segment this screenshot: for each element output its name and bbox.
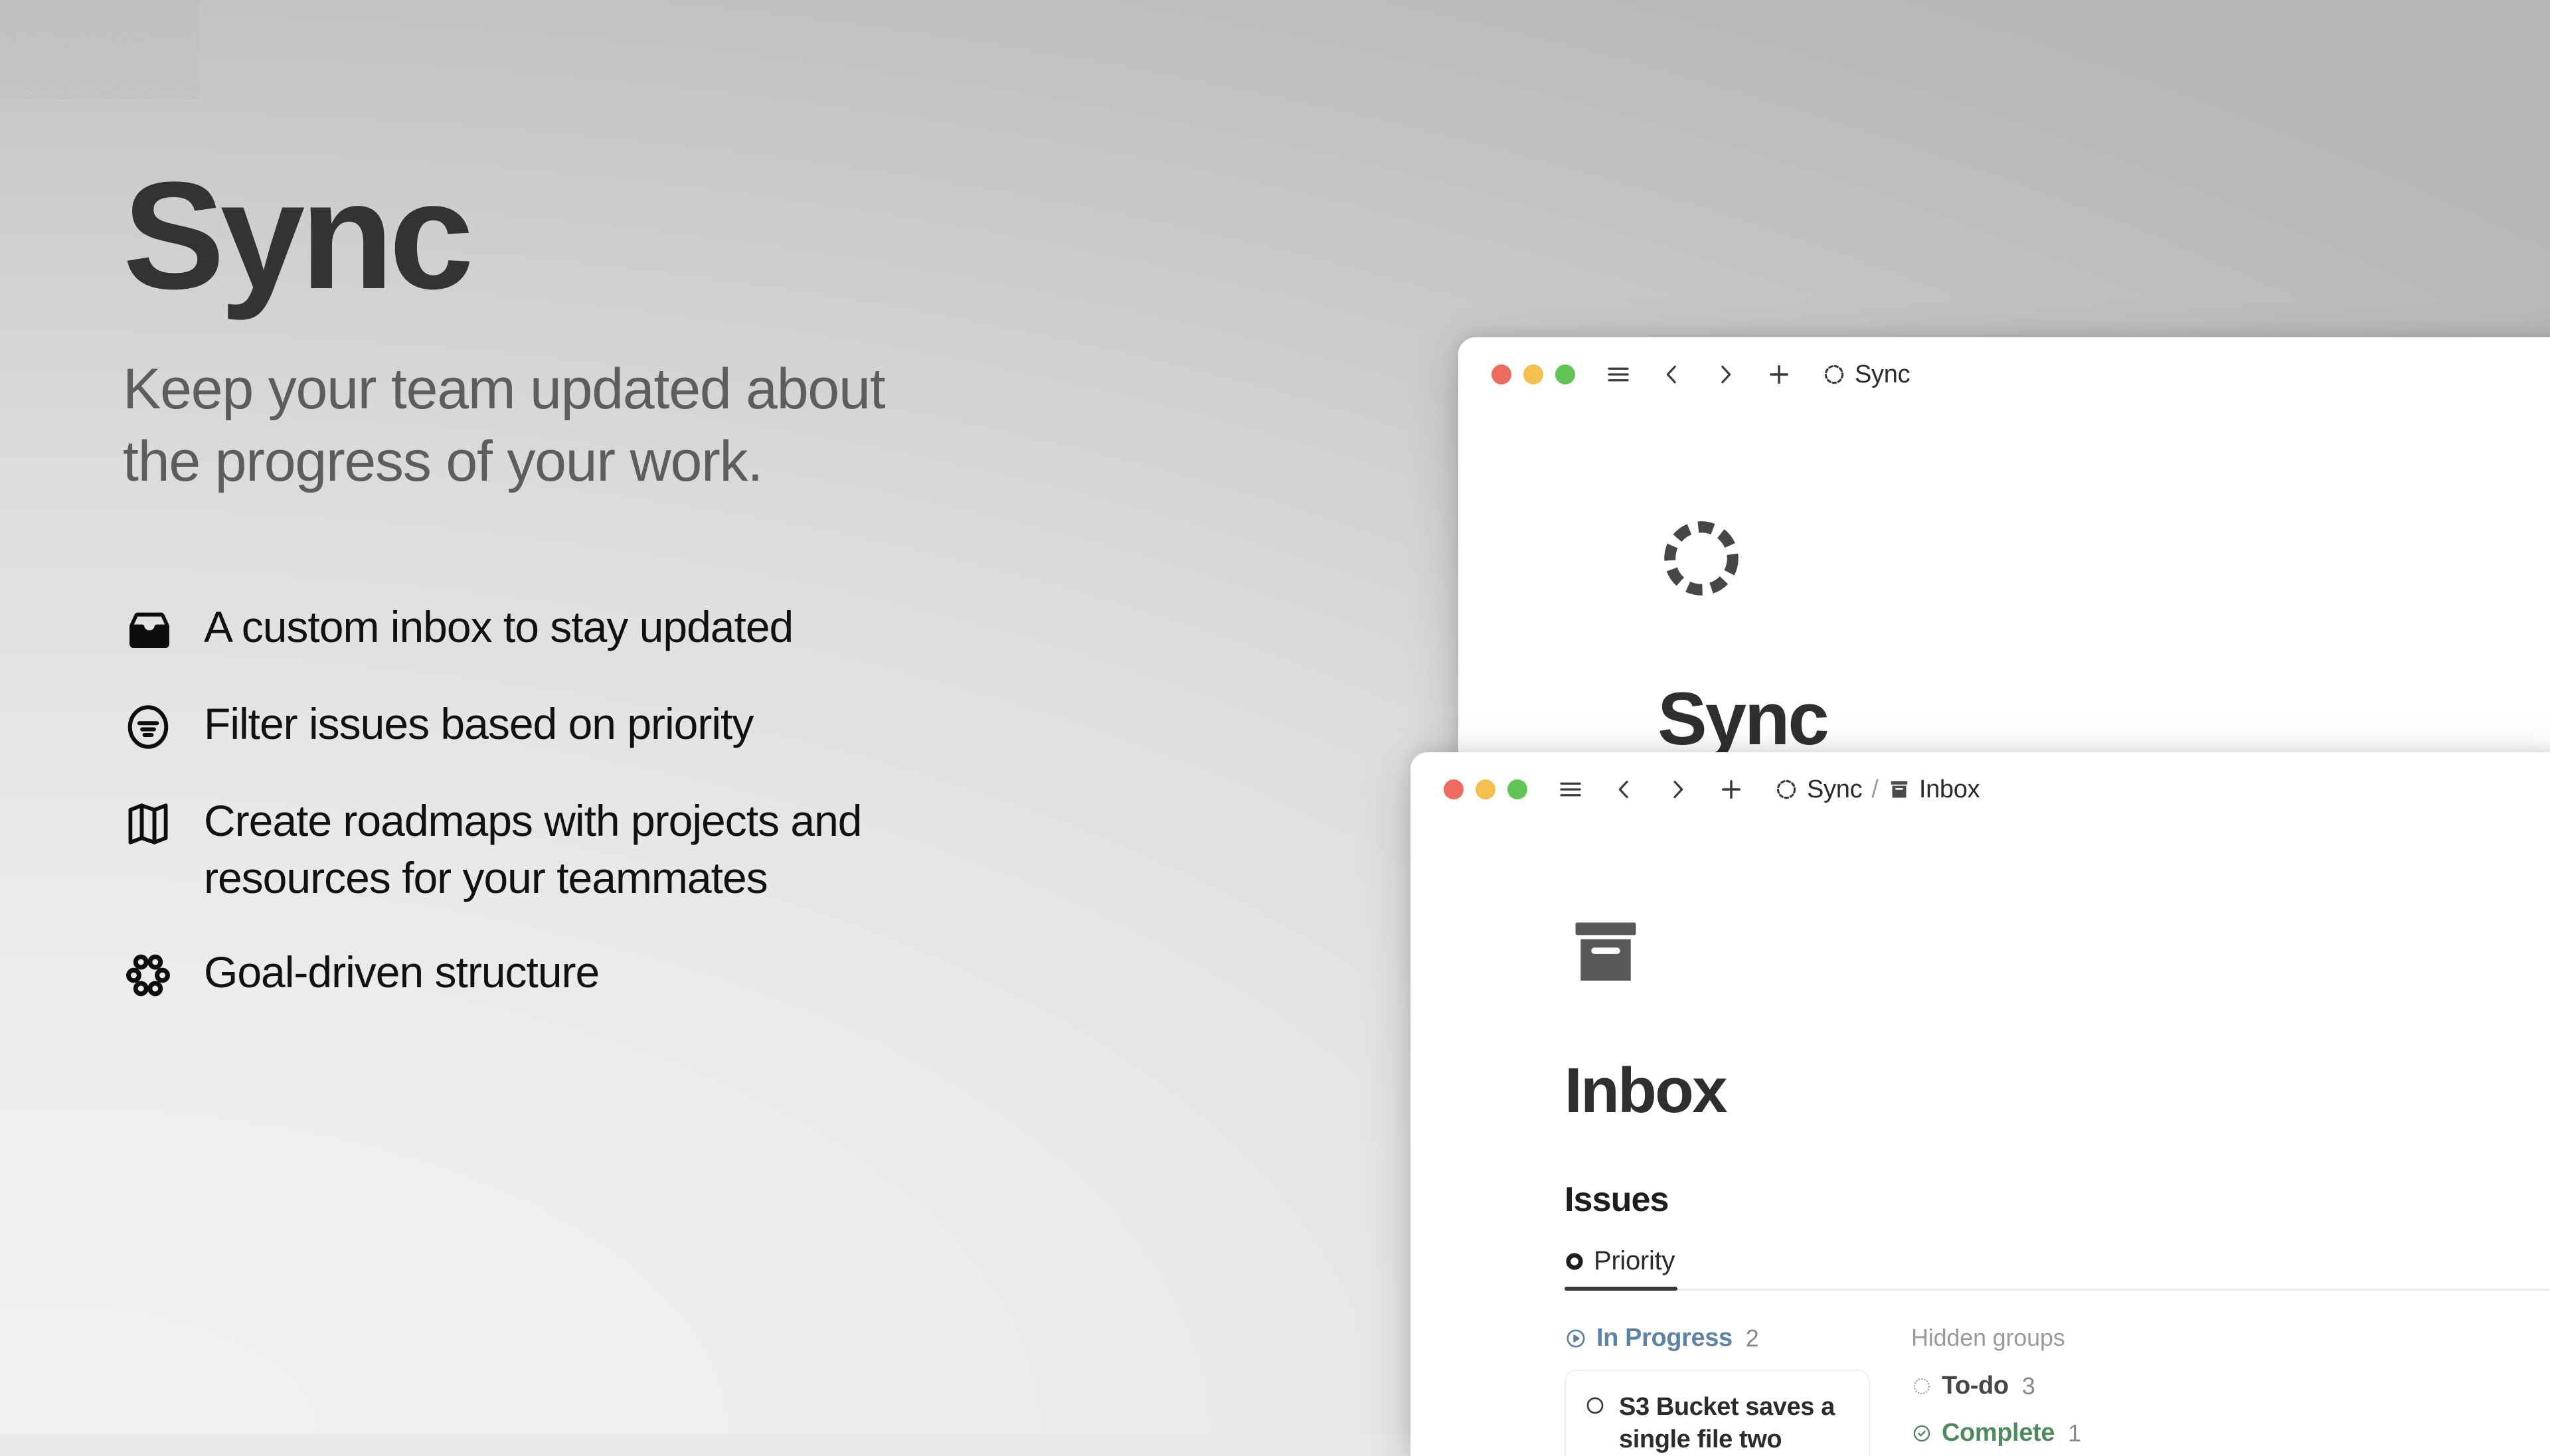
issues-tab-bar: Priority [1565, 1246, 2550, 1291]
filter-circle-icon [123, 696, 192, 756]
tab-priority-label: Priority [1594, 1246, 1675, 1275]
hidden-group-todo[interactable]: To-do 3 [1911, 1372, 2190, 1400]
feature-item-label: Goal-driven structure [204, 947, 600, 997]
inbox-app-window[interactable]: Sync / Inbox Inbox Issues Priority In Pr… [1410, 752, 2550, 1456]
feature-item-inbox: A custom inbox to stay updated [123, 599, 1199, 659]
group-count-in-progress: 2 [1745, 1324, 1759, 1352]
inbox-box-icon [1565, 913, 1647, 990]
priority-dot-icon [1565, 1252, 1584, 1271]
play-circle-icon [1565, 1327, 1587, 1350]
sync-window-titlebar: Sync [1458, 337, 2550, 412]
issues-board: In Progress 2 S3 Bucket saves a single f… [1565, 1324, 2550, 1456]
hero-subtitle-line-2: the progress of your work. [123, 430, 763, 494]
inbox-window-titlebar: Sync / Inbox [1410, 752, 2550, 827]
hidden-group-complete[interactable]: Complete 1 [1911, 1419, 2190, 1447]
close-window-button[interactable] [1444, 779, 1464, 799]
back-chevron-icon[interactable] [1659, 361, 1685, 388]
plus-icon[interactable] [1717, 775, 1745, 803]
hero-subtitle-line-1: Keep your team updated about [123, 357, 886, 421]
minimize-window-button[interactable] [1476, 779, 1495, 799]
group-header-in-progress[interactable]: In Progress 2 [1565, 1324, 1870, 1352]
circle-outline-icon[interactable] [1584, 1391, 1606, 1416]
inbox-window-content: Inbox Issues Priority In Progress 2 S3 B… [1410, 827, 2550, 1456]
breadcrumb: Sync [1822, 361, 1911, 389]
issue-card[interactable]: S3 Bucket saves a single file two times … [1565, 1370, 1870, 1456]
map-icon [123, 793, 192, 852]
hidden-group-label-complete: Complete [1942, 1419, 2055, 1447]
traffic-light-buttons[interactable] [1444, 779, 1527, 799]
hero-subtitle: Keep your team updated about the progres… [123, 353, 1066, 498]
forward-chevron-icon[interactable] [1712, 361, 1739, 388]
zoom-window-button[interactable] [1507, 779, 1527, 799]
close-window-button[interactable] [1491, 364, 1511, 384]
feature-item-label: A custom inbox to stay updated [204, 602, 794, 652]
breadcrumb-separator: / [1871, 775, 1879, 803]
tab-priority[interactable]: Priority [1565, 1246, 1684, 1291]
feature-item-roadmaps: Create roadmaps with projects and resour… [123, 793, 1199, 907]
inbox-box-icon [1888, 778, 1911, 801]
breadcrumb: Sync / Inbox [1774, 775, 1980, 804]
traffic-light-buttons[interactable] [1491, 364, 1575, 384]
hidden-groups-column: Hidden groups To-do 3 Complete 1 [1911, 1324, 2190, 1456]
feature-item-label: Filter issues based on priority [204, 699, 754, 749]
feature-item-filter: Filter issues based on priority [123, 696, 1199, 756]
sync-dashed-circle-icon [1774, 777, 1798, 801]
group-column-in-progress: In Progress 2 S3 Bucket saves a single f… [1565, 1324, 1870, 1456]
sync-dashed-circle-icon [1658, 515, 1745, 602]
issue-card-header: S3 Bucket saves a single file two times [1584, 1391, 1849, 1456]
sync-dashed-circle-icon [1822, 363, 1846, 386]
back-chevron-icon[interactable] [1611, 776, 1638, 803]
hidden-group-count-complete: 1 [2067, 1419, 2081, 1447]
sync-window-content: Sync [1458, 412, 2550, 756]
hero-section: Sync Keep your team updated about the pr… [123, 159, 1199, 1004]
hidden-group-label-todo: To-do [1942, 1372, 2009, 1400]
forward-chevron-icon[interactable] [1664, 776, 1691, 803]
page-title: Sync [123, 150, 474, 321]
sync-app-name: Sync [1658, 677, 1829, 760]
plus-icon[interactable] [1765, 361, 1793, 388]
goal-structure-icon [123, 944, 192, 1004]
sidebar-toggle-icon[interactable] [1604, 361, 1632, 388]
tab-bar-divider [1565, 1289, 2550, 1291]
minimize-window-button[interactable] [1523, 364, 1543, 384]
breadcrumb-page-label[interactable]: Inbox [1919, 775, 1980, 804]
breadcrumb-workspace-label[interactable]: Sync [1855, 361, 1911, 389]
hidden-group-count-todo: 3 [2021, 1372, 2035, 1400]
feature-list: A custom inbox to stay updated Filter is… [123, 599, 1199, 1004]
feature-item-goal-structure: Goal-driven structure [123, 944, 1199, 1004]
section-title-issues: Issues [1565, 1180, 1669, 1219]
breadcrumb-workspace-label[interactable]: Sync [1807, 775, 1863, 804]
check-circle-icon [1911, 1423, 1932, 1444]
page-title: Inbox [1565, 1055, 1728, 1126]
issue-card-title: S3 Bucket saves a single file two times [1619, 1393, 1835, 1453]
dotted-circle-icon [1911, 1376, 1932, 1397]
group-label-in-progress: In Progress [1596, 1324, 1733, 1352]
zoom-window-button[interactable] [1555, 364, 1575, 384]
hidden-groups-title: Hidden groups [1911, 1324, 2065, 1351]
inbox-tray-icon [123, 599, 192, 659]
feature-item-label: Create roadmaps with projects and resour… [204, 796, 863, 903]
sidebar-toggle-icon[interactable] [1557, 775, 1584, 803]
